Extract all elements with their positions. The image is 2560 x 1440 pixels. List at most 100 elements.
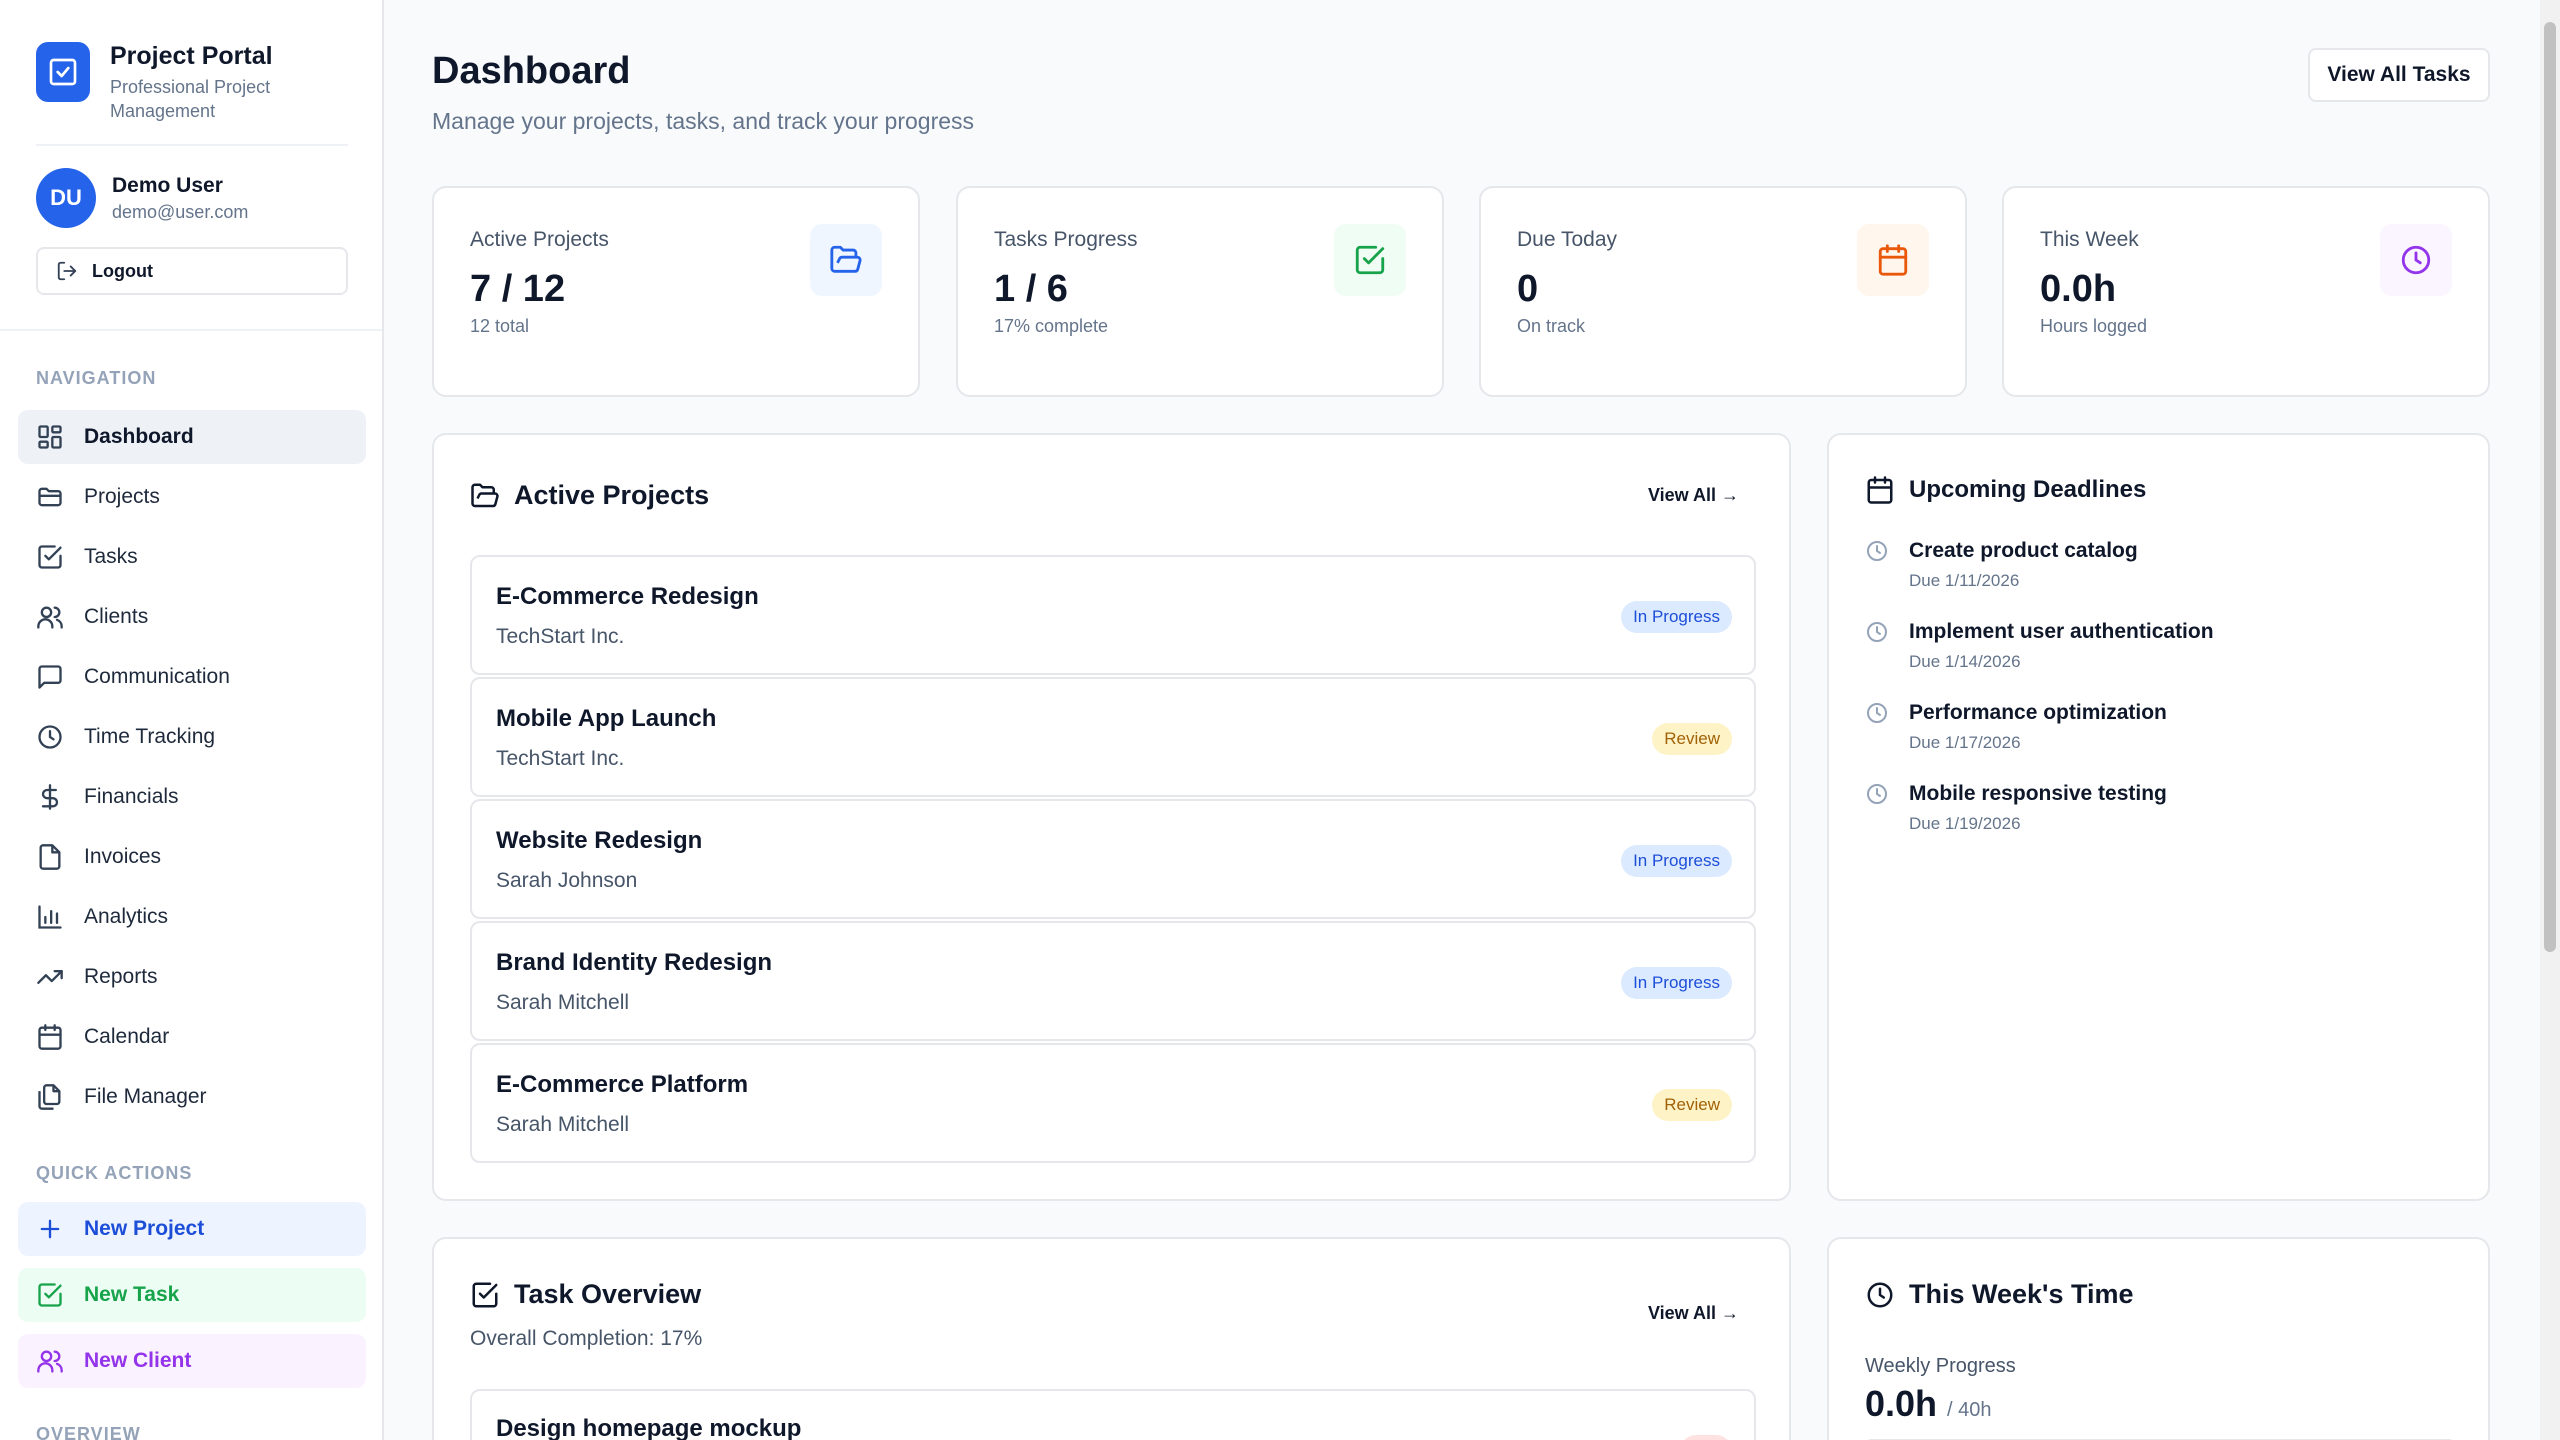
- list-item[interactable]: E-Commerce Platform Sarah Mitchell Revie…: [470, 1043, 1756, 1163]
- page-title: Dashboard: [432, 50, 631, 92]
- deadline-list: Create product catalog Due 1/11/2026 Imp…: [1865, 535, 2425, 859]
- sidebar-item-invoices[interactable]: Invoices: [18, 830, 366, 884]
- list-item[interactable]: Brand Identity Redesign Sarah Mitchell I…: [470, 921, 1756, 1041]
- sidebar-item-time-tracking[interactable]: Time Tracking: [18, 710, 366, 764]
- scrollbar[interactable]: [2540, 0, 2560, 1440]
- project-client: Sarah Johnson: [496, 869, 638, 892]
- sidebar-item-file-manager[interactable]: File Manager: [18, 1070, 366, 1124]
- sidebar-item-reports[interactable]: Reports: [18, 950, 366, 1004]
- list-item[interactable]: Mobile App Launch TechStart Inc. Review: [470, 677, 1756, 797]
- check-square-icon: [36, 543, 64, 571]
- project-name: E-Commerce Platform: [496, 1071, 749, 1098]
- task-item[interactable]: Design homepage mockup: [470, 1389, 1756, 1440]
- priority-badge: [1680, 1435, 1732, 1440]
- logout-button[interactable]: Logout: [36, 247, 348, 295]
- view-all-tasks-link[interactable]: View All →: [1648, 1303, 1739, 1324]
- sidebar-item-communication[interactable]: Communication: [18, 650, 366, 704]
- list-item[interactable]: Website Redesign Sarah Johnson In Progre…: [470, 799, 1756, 919]
- main-content: Dashboard Manage your projects, tasks, a…: [432, 0, 2490, 1440]
- stat-value: 0.0h: [2040, 268, 2117, 310]
- check-square-icon: [470, 1280, 500, 1310]
- sidebar-item-calendar[interactable]: Calendar: [18, 1010, 366, 1064]
- sidebar-item-projects[interactable]: Projects: [18, 470, 366, 524]
- scrollbar-thumb[interactable]: [2544, 22, 2556, 952]
- clock-icon: [1865, 539, 1889, 616]
- deadline-title: Create product catalog: [1909, 539, 2138, 562]
- new-client-label: New Client: [84, 1349, 192, 1372]
- new-project-label: New Project: [84, 1217, 205, 1240]
- bar-chart-icon: [36, 903, 64, 931]
- sidebar-item-dashboard[interactable]: Dashboard: [18, 410, 366, 464]
- view-all-projects-link[interactable]: View All →: [1648, 485, 1739, 506]
- avatar: DU: [36, 168, 96, 228]
- sidebar-item-label: Reports: [84, 965, 158, 988]
- sidebar-item-label: Communication: [84, 665, 230, 688]
- overview-section-label: OVERVIEW: [36, 1424, 141, 1440]
- dollar-icon: [36, 783, 64, 811]
- stat-label: Due Today: [1517, 228, 1618, 251]
- message-icon: [36, 663, 64, 691]
- new-client-button[interactable]: New Client: [18, 1334, 366, 1388]
- stat-hint: 12 total: [470, 316, 530, 336]
- calendar-icon: [36, 1023, 64, 1051]
- card-title: Task Overview: [514, 1279, 702, 1309]
- card-header: Task Overview: [470, 1279, 701, 1310]
- sidebar-item-label: Clients: [84, 605, 149, 628]
- list-item[interactable]: Performance optimization Due 1/17/2026: [1865, 697, 2425, 778]
- status-badge: Review: [1652, 1089, 1732, 1121]
- active-projects-card: Active Projects View All → E-Commerce Re…: [432, 433, 1791, 1201]
- brand-logo-icon: [36, 42, 90, 102]
- view-all-tasks-button[interactable]: View All Tasks: [2308, 48, 2490, 102]
- users-icon: [36, 1347, 64, 1375]
- files-icon: [36, 1083, 64, 1111]
- calendar-icon: [1857, 224, 1929, 296]
- deadline-title: Implement user authentication: [1909, 620, 2214, 643]
- sidebar-item-label: File Manager: [84, 1085, 207, 1108]
- quick-actions-label: QUICK ACTIONS: [36, 1163, 193, 1183]
- card-title: Active Projects: [514, 480, 710, 510]
- new-task-label: New Task: [84, 1283, 180, 1306]
- clock-icon: [36, 723, 64, 751]
- list-item[interactable]: Create product catalog Due 1/11/2026: [1865, 535, 2425, 616]
- stat-label: This Week: [2040, 228, 2139, 251]
- sidebar-item-label: Calendar: [84, 1025, 170, 1048]
- stat-value: 7 / 12: [470, 268, 566, 310]
- stat-card-this-week: This Week 0.0h Hours logged: [2002, 186, 2490, 397]
- sidebar-item-label: Projects: [84, 485, 160, 508]
- list-item[interactable]: E-Commerce Redesign TechStart Inc. In Pr…: [470, 555, 1756, 675]
- stat-card-due-today: Due Today 0 On track: [1479, 186, 1967, 397]
- clock-icon: [1865, 701, 1889, 778]
- weekly-time-card: This Week's Time Weekly Progress 0.0h / …: [1827, 1237, 2490, 1440]
- new-project-button[interactable]: New Project: [18, 1202, 366, 1256]
- list-item[interactable]: Implement user authentication Due 1/14/2…: [1865, 616, 2425, 697]
- task-overview-card: Task Overview View All → Overall Complet…: [432, 1237, 1791, 1440]
- check-square-icon: [1334, 224, 1406, 296]
- file-icon: [36, 843, 64, 871]
- trending-up-icon: [36, 963, 64, 991]
- list-item[interactable]: Mobile responsive testing Due 1/19/2026: [1865, 778, 2425, 859]
- plus-icon: [36, 1215, 64, 1243]
- sidebar-item-label: Tasks: [84, 545, 138, 568]
- sidebar-item-label: Dashboard: [84, 425, 194, 448]
- new-task-button[interactable]: New Task: [18, 1268, 366, 1322]
- deadline-date: Due 1/11/2026: [1909, 571, 2020, 590]
- sidebar-item-tasks[interactable]: Tasks: [18, 530, 366, 584]
- stat-card-tasks-progress: Tasks Progress 1 / 6 17% complete: [956, 186, 1444, 397]
- clock-icon: [1865, 1280, 1895, 1310]
- project-client: Sarah Mitchell: [496, 1113, 630, 1136]
- logout-icon: [56, 260, 78, 282]
- divider: [36, 144, 348, 146]
- app-subtitle: Professional Project Management: [110, 77, 271, 121]
- stat-hint: Hours logged: [2040, 316, 2148, 336]
- app-title: Project Portal: [110, 42, 273, 70]
- deadline-date: Due 1/17/2026: [1909, 733, 2021, 752]
- project-name: Brand Identity Redesign: [496, 949, 773, 976]
- status-badge: Review: [1652, 723, 1732, 755]
- sidebar-item-financials[interactable]: Financials: [18, 770, 366, 824]
- check-square-icon: [36, 1281, 64, 1309]
- weekly-progress-value: 0.0h / 40h: [1865, 1383, 1992, 1425]
- stat-card-active-projects: Active Projects 7 / 12 12 total: [432, 186, 920, 397]
- project-client: TechStart Inc.: [496, 747, 625, 770]
- sidebar-item-analytics[interactable]: Analytics: [18, 890, 366, 944]
- sidebar-item-clients[interactable]: Clients: [18, 590, 366, 644]
